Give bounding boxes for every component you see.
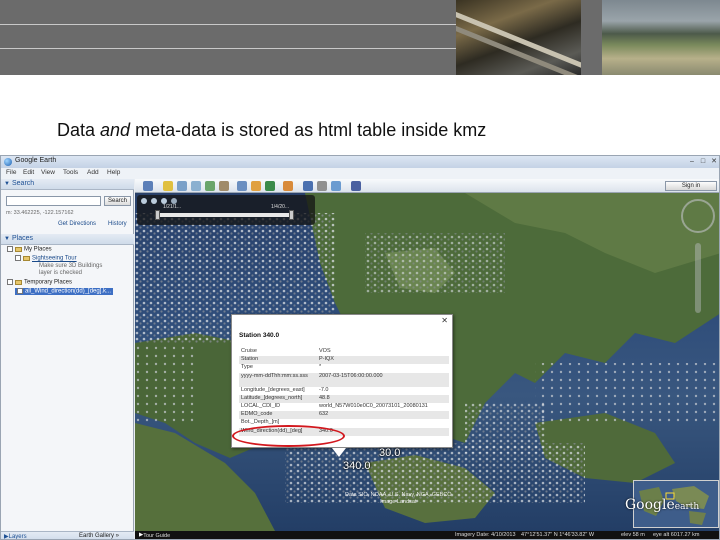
collapse-triangle-icon: ▼ — [4, 236, 10, 242]
sidebar-bottom-bar: ▶ Layers Earth Gallery » — [1, 531, 134, 539]
metadata-table: Cruise VOS Station P-IQX Type * yyyy-mm-ddT… — [239, 348, 449, 436]
station-label[interactable]: 340.0 — [343, 460, 371, 472]
toolbar: Sign in — [135, 179, 719, 193]
time-end-label: 1/4/20... — [271, 204, 290, 210]
search-coordinates: m: 33.462225, -122.157162 — [6, 210, 74, 216]
imagery-copyright: Data SIO, NOAA, U.S. Navy, NGA, GEBCO Im… — [345, 492, 452, 505]
tour-guide-button[interactable]: ▶ Tour Guide — [139, 532, 170, 539]
ruler-icon[interactable] — [283, 181, 293, 191]
menu-view[interactable]: View — [41, 169, 55, 176]
google-earth-window: Google Earth – □ ✕ File Edit View Tools … — [0, 155, 720, 540]
folder-icon — [15, 246, 22, 252]
table-row: Longitude_[degrees_east] -7.0 — [241, 386, 329, 393]
menu-edit[interactable]: Edit — [23, 169, 34, 176]
header-rule — [0, 24, 456, 25]
close-window-button[interactable]: ✕ — [709, 157, 719, 166]
balloon-pointer — [332, 448, 346, 457]
table-row: LOCAL_CDI_ID world_N57W010e0C0_20073101_2… — [241, 402, 428, 409]
time-start-handle[interactable] — [155, 210, 160, 220]
history-link[interactable]: History — [108, 221, 127, 227]
print-icon[interactable] — [317, 181, 327, 191]
earth-view-icon[interactable] — [351, 181, 361, 191]
eye-altitude: eye alt 6017.27 km — [653, 532, 700, 538]
planets-icon[interactable] — [265, 181, 275, 191]
station-label[interactable]: 30.0 — [379, 447, 400, 459]
table-row: Type * — [241, 364, 322, 371]
navigation-compass[interactable] — [681, 199, 715, 233]
polygon-icon[interactable] — [177, 181, 187, 191]
close-balloon-icon[interactable]: ✕ — [441, 316, 448, 325]
bridge-photo — [456, 0, 581, 75]
email-icon[interactable] — [303, 181, 313, 191]
minimize-button[interactable]: – — [687, 157, 697, 166]
search-panel-header[interactable]: ▼ Search — [1, 179, 134, 190]
tree-item-wind-direction-kmz[interactable]: all_Wind_direction(dd)_[deg].k... — [15, 288, 114, 295]
checkbox-icon[interactable] — [15, 255, 21, 261]
placemark-icon[interactable] — [163, 181, 173, 191]
slide-title: Data and meta-data is stored as html tab… — [57, 120, 487, 140]
time-start-label: 1/21/1... — [163, 204, 182, 210]
folder-icon — [23, 255, 30, 261]
elevation: elev 58 m — [621, 532, 645, 538]
path-icon[interactable] — [191, 181, 201, 191]
header-rule — [0, 48, 456, 49]
clock-icon[interactable] — [141, 198, 147, 204]
tree-note: Make sure 3D Buildings — [39, 263, 103, 269]
collapse-triangle-icon: ▼ — [4, 181, 10, 187]
places-panel-header[interactable]: ▼ Places — [1, 234, 134, 245]
title-bar: Google Earth – □ ✕ — [1, 156, 719, 168]
balloon-title: Station 340.0 — [239, 332, 280, 339]
search-input[interactable] — [6, 196, 101, 206]
sidebar: ▼ Search Search m: 33.462225, -122.15716… — [1, 179, 134, 539]
time-track[interactable] — [157, 213, 292, 217]
table-row: yyyy-mm-ddThh:mm:ss.sss 2007-03-15T06:00:… — [239, 372, 449, 387]
tree-item-my-places[interactable]: My Places — [7, 246, 52, 253]
river-photo — [602, 0, 720, 75]
folder-icon — [15, 279, 22, 285]
checkbox-icon[interactable] — [7, 279, 13, 285]
map-view[interactable]: 1/21/1... 1/4/20... ✕ Station 340.0 Crui… — [135, 193, 719, 531]
view-in-maps-icon[interactable] — [331, 181, 341, 191]
time-end-handle[interactable] — [289, 210, 294, 220]
search-button[interactable]: Search — [104, 196, 131, 206]
time-slider[interactable]: 1/21/1... 1/4/20... — [137, 195, 315, 225]
highlight-ellipse — [232, 425, 345, 447]
historical-imagery-icon[interactable] — [237, 181, 247, 191]
sign-in-button[interactable]: Sign in — [665, 181, 717, 191]
table-row: EDMO_code 632 — [239, 411, 449, 420]
earth-gallery-button[interactable]: Earth Gallery » — [79, 533, 119, 539]
status-bar: ▶ Tour Guide Imagery Date: 4/10/2013 47°… — [135, 531, 719, 539]
imagery-date: Imagery Date: 4/10/2013 — [455, 532, 516, 538]
zoom-slider[interactable] — [695, 243, 701, 313]
checkbox-icon[interactable] — [7, 246, 13, 252]
table-row: Station P-IQX — [239, 356, 449, 365]
header-band — [0, 0, 720, 75]
checkbox-icon[interactable] — [17, 288, 23, 294]
table-row: Latitude_[degrees_north] 48.8 — [239, 394, 449, 403]
maximize-button[interactable]: □ — [698, 157, 708, 166]
image-overlay-icon[interactable] — [205, 181, 215, 191]
google-earth-logo-icon — [4, 158, 12, 166]
menu-bar: File Edit View Tools Add Help — [1, 168, 719, 179]
cursor-coordinates: 47°12'51.37" N 1°46'33.82" W — [521, 532, 595, 538]
get-directions-link[interactable]: Get Directions — [58, 221, 96, 227]
tree-item-sightseeing-tour[interactable]: Sightseeing Tour — [15, 255, 77, 262]
sun-icon[interactable] — [251, 181, 261, 191]
table-row: Cruise VOS — [241, 348, 331, 354]
zoom-in-time-icon[interactable] — [151, 198, 157, 204]
tree-note: layer is checked — [39, 270, 83, 276]
app-title: Google Earth — [15, 157, 57, 164]
menu-add[interactable]: Add — [87, 169, 99, 176]
record-tour-icon[interactable] — [219, 181, 229, 191]
google-earth-wordmark: Googleearth — [625, 497, 700, 513]
layers-panel-header[interactable]: ▶ Layers — [4, 533, 27, 539]
menu-tools[interactable]: Tools — [63, 169, 78, 176]
hide-sidebar-icon[interactable] — [143, 181, 153, 191]
menu-help[interactable]: Help — [107, 169, 120, 176]
menu-file[interactable]: File — [6, 169, 16, 176]
tree-item-temporary-places[interactable]: Temporary Places — [7, 279, 72, 286]
